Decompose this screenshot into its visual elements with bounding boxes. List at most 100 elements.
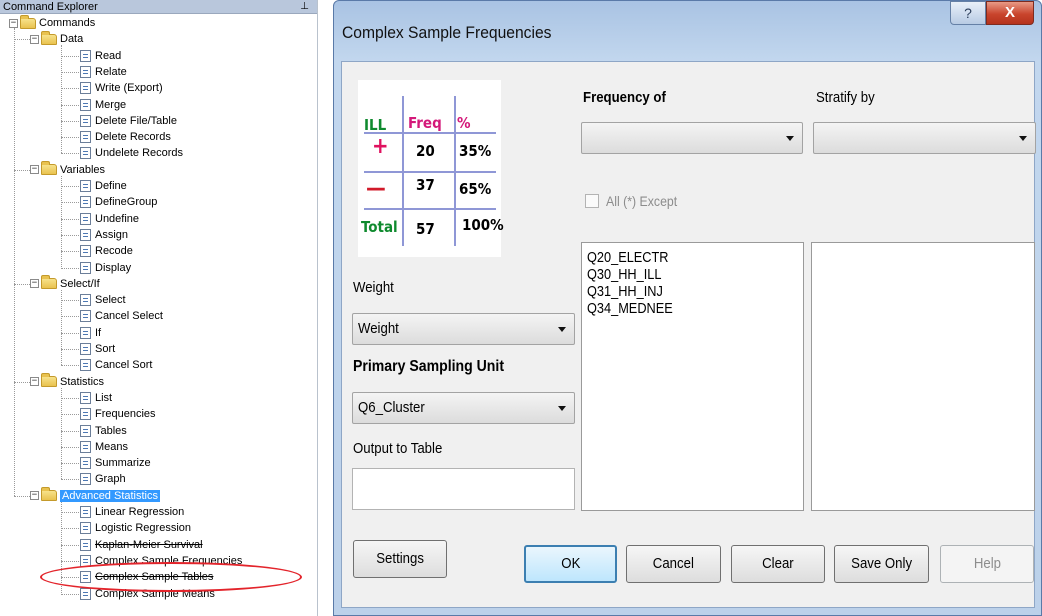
- dialog-title: Complex Sample Frequencies: [342, 23, 552, 42]
- collapse-icon[interactable]: −: [30, 491, 39, 501]
- tree-guide-line: [61, 120, 79, 122]
- close-icon[interactable]: X: [986, 1, 1034, 25]
- cancel-button[interactable]: Cancel: [626, 545, 721, 583]
- save-only-button[interactable]: Save Only: [834, 545, 929, 583]
- tree-guide-line: [61, 251, 79, 253]
- table-row-total-label: Total: [361, 218, 398, 236]
- table-header-freq: Freq: [408, 114, 442, 132]
- tree-item[interactable]: Write (Export): [80, 80, 163, 96]
- tree-item[interactable]: List: [80, 390, 112, 406]
- tree-item[interactable]: DefineGroup: [80, 194, 157, 210]
- tree-root-commands[interactable]: − Commands: [9, 14, 95, 31]
- tree-item[interactable]: If: [80, 325, 101, 341]
- collapse-icon[interactable]: −: [9, 18, 18, 28]
- all-except-checkbox[interactable]: All (*) Except: [585, 192, 687, 209]
- command-doc-icon: [80, 522, 91, 535]
- tree-guide-line: [61, 186, 79, 187]
- tree-item[interactable]: Logistic Regression: [80, 520, 191, 536]
- tree-item[interactable]: Delete File/Table: [80, 113, 177, 129]
- tree-item[interactable]: Select: [80, 292, 126, 308]
- command-doc-icon: [80, 506, 91, 519]
- tree-item[interactable]: Means: [80, 439, 128, 455]
- tree-item-label: Graph: [95, 473, 126, 486]
- tree-group-select-if[interactable]: − Select/If: [30, 275, 100, 292]
- tree-group-data[interactable]: − Data: [30, 30, 83, 47]
- tree-guide-line: [61, 267, 79, 269]
- tree-item[interactable]: Summarize: [80, 455, 151, 471]
- tree-item[interactable]: Cancel Select: [80, 308, 163, 324]
- tree-item[interactable]: Read: [80, 48, 121, 64]
- tree-item-label: Logistic Regression: [95, 522, 191, 535]
- tree-item-label: Tables: [95, 424, 127, 437]
- tree-group-advanced-statistics[interactable]: − Advanced Statistics: [30, 487, 160, 504]
- table-row-total-freq: 57: [416, 220, 435, 238]
- command-doc-icon: [80, 326, 91, 339]
- pin-icon[interactable]: ⊥: [300, 0, 309, 14]
- tree-group-statistics[interactable]: − Statistics: [30, 373, 104, 390]
- tree-item[interactable]: Kaplan-Meier Survival: [80, 537, 203, 553]
- tree-guide-line: [14, 39, 30, 41]
- tree-item[interactable]: Graph: [80, 471, 126, 487]
- folder-icon: [41, 373, 57, 388]
- command-doc-icon: [80, 391, 91, 404]
- tree-item[interactable]: Tables: [80, 423, 127, 439]
- tree-item[interactable]: Delete Records: [80, 129, 171, 145]
- tree-item[interactable]: Linear Regression: [80, 504, 184, 520]
- tree-item[interactable]: Merge: [80, 97, 126, 113]
- all-except-label: All (*) Except: [605, 193, 678, 210]
- list-item[interactable]: Q20_ELECTR: [587, 249, 771, 266]
- output-table-input[interactable]: [352, 468, 575, 510]
- tree-item-label: Frequencies: [95, 408, 156, 421]
- settings-button[interactable]: Settings: [353, 540, 447, 578]
- stratify-by-dropdown[interactable]: [813, 122, 1036, 154]
- help-icon[interactable]: ?: [950, 1, 986, 25]
- chevron-down-icon: [558, 406, 566, 411]
- command-doc-icon: [80, 49, 91, 62]
- frequency-of-label: Frequency of: [583, 89, 666, 106]
- ok-button[interactable]: OK: [524, 545, 617, 583]
- tree-item-label: Cancel Select: [95, 310, 163, 323]
- tree-item-label: Cancel Sort: [95, 359, 153, 372]
- frequency-of-dropdown[interactable]: [581, 122, 803, 154]
- collapse-icon[interactable]: −: [30, 279, 39, 289]
- tree-item[interactable]: Sort: [80, 341, 115, 357]
- tree-guide-line: [61, 71, 79, 73]
- tree-item[interactable]: Undelete Records: [80, 145, 183, 161]
- psu-label: Primary Sampling Unit: [353, 358, 505, 375]
- tree-guide-line: [61, 55, 79, 57]
- tree-item[interactable]: Frequencies: [80, 406, 156, 422]
- weight-dropdown[interactable]: Weight: [352, 313, 575, 345]
- tree-guide-line: [61, 218, 79, 220]
- psu-dropdown[interactable]: Q6_Cluster: [352, 392, 575, 424]
- command-explorer-header: Command Explorer ⊥: [0, 0, 317, 14]
- tree-item-label: DefineGroup: [95, 196, 158, 209]
- checkbox-box[interactable]: [585, 194, 599, 209]
- stratify-listbox[interactable]: [811, 242, 1035, 511]
- variables-listbox[interactable]: Q20_ELECTR Q30_HH_ILL Q31_HH_INJ Q34_MED…: [581, 242, 804, 511]
- tree-item-label: Undefine: [95, 212, 140, 225]
- tree-item[interactable]: Cancel Sort: [80, 357, 152, 373]
- tree-item[interactable]: Display: [80, 260, 131, 276]
- tree-item[interactable]: Assign: [80, 227, 128, 243]
- tree-group-variables[interactable]: − Variables: [30, 161, 105, 178]
- clear-button[interactable]: Clear: [731, 545, 825, 583]
- tree-item[interactable]: Recode: [80, 243, 133, 259]
- tree-item[interactable]: Define: [80, 178, 127, 194]
- tree-item[interactable]: Relate: [80, 64, 127, 80]
- folder-icon: [41, 275, 57, 290]
- tree-item-label: Relate: [95, 65, 127, 78]
- tree-guide-line: [61, 528, 79, 530]
- list-item[interactable]: Q34_MEDNEE: [587, 300, 771, 317]
- collapse-icon[interactable]: −: [30, 165, 39, 175]
- list-item[interactable]: Q30_HH_ILL: [587, 266, 771, 283]
- command-doc-icon: [80, 212, 91, 225]
- tree-guide-line: [61, 387, 62, 480]
- tree-guide-line: [61, 463, 79, 465]
- collapse-icon[interactable]: −: [30, 34, 39, 44]
- tree-item[interactable]: Undefine: [80, 211, 139, 227]
- highlight-annotation-oval: [40, 562, 302, 592]
- tree-guide-line: [61, 446, 79, 448]
- list-item[interactable]: Q31_HH_INJ: [587, 283, 771, 300]
- collapse-icon[interactable]: −: [30, 377, 39, 387]
- tree-item-label: Define: [95, 180, 127, 192]
